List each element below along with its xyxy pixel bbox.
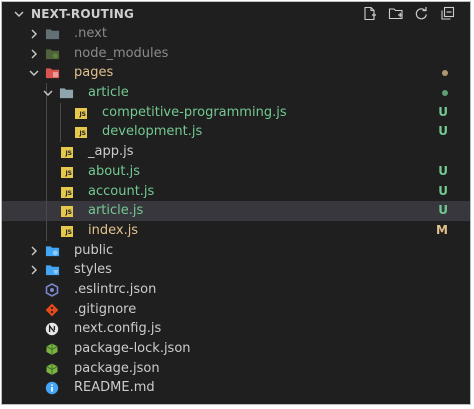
file-label: package-lock.json [74,341,191,356]
js-file-icon: JS [61,147,73,159]
chevron-right-icon[interactable] [29,29,39,39]
folder-row-article[interactable]: article [2,83,470,103]
file-row[interactable]: JS account.js U [2,181,470,202]
node-folder-icon [45,47,60,61]
folder-row-public[interactable]: public [2,241,470,261]
file-row[interactable]: JS index.js M [2,220,470,241]
npm-package-icon [45,342,60,356]
folder-label: node_modules [74,45,169,61]
styles-folder-icon [45,263,60,277]
git-icon [45,303,60,317]
public-folder-icon [45,244,60,258]
indent-guide [46,181,47,202]
new-folder-icon[interactable] [387,5,404,22]
eslint-icon [45,283,60,297]
refresh-icon[interactable] [413,5,430,22]
info-icon [45,381,60,395]
file-row[interactable]: package.json [2,359,470,379]
js-file-icon: JS [75,127,87,139]
git-status-badge: U [438,104,448,119]
folder-label: styles [74,262,112,278]
chevron-right-icon[interactable] [29,49,39,59]
git-status-badge: U [438,183,448,198]
file-row[interactable]: JS development.js U [2,122,470,143]
npm-package-icon [45,362,60,376]
folder-row-styles[interactable]: styles [2,260,470,280]
folder-icon [59,86,74,100]
indent-guide [46,102,47,123]
new-file-icon[interactable] [361,5,378,22]
file-label: next.config.js [74,321,162,337]
explorer-actions [361,5,456,22]
folder-icon [45,27,60,41]
file-row[interactable]: JS article.js U [2,201,470,221]
git-status-badge: U [438,124,448,139]
git-status-dot [442,70,448,77]
js-file-icon: JS [61,186,73,198]
folder-label: pages [74,65,114,81]
file-row[interactable]: next.config.js [2,319,470,339]
chevron-right-icon[interactable] [29,265,39,275]
file-row[interactable]: JS competitive-programming.js U [2,102,470,123]
file-tree: .next node_modules pages article JS competiti… [2,24,470,398]
file-label: development.js [102,124,203,140]
file-label: _app.js [88,144,134,160]
file-label: account.js [88,183,155,199]
folder-label: public [74,242,114,258]
file-row[interactable]: .gitignore [2,300,470,320]
js-file-icon: JS [75,107,87,119]
file-label: .eslintrc.json [74,281,157,297]
explorer-title: NEXT-ROUTING [31,7,135,21]
chevron-down-icon[interactable] [43,88,53,98]
git-status-badge: U [438,163,448,178]
folder-row--next[interactable]: .next [2,24,470,44]
file-label: package.json [74,360,160,376]
js-file-icon: JS [61,225,73,237]
folder-row-node-modules[interactable]: node_modules [2,44,470,64]
file-row[interactable]: JS about.js U [2,161,470,182]
file-label: about.js [88,163,141,179]
file-row[interactable]: JS _app.js [2,142,470,162]
file-label: competitive-programming.js [102,104,287,120]
indent-guide [46,142,47,162]
folder-label: .next [74,26,107,41]
git-status-badge: U [438,203,448,218]
indent-guide [46,161,47,182]
folder-row-pages[interactable]: pages [2,63,470,83]
js-file-icon: JS [61,166,73,178]
indent-guide [46,122,47,143]
collapse-all-icon[interactable] [439,5,456,22]
indent-guide [46,201,47,221]
js-file-icon: JS [61,206,73,218]
file-label: README.md [74,380,155,396]
git-status-dot [442,90,448,97]
pages-folder-icon [45,66,60,80]
chevron-down-icon[interactable] [14,9,24,19]
indent-guide [46,220,47,241]
file-label: article.js [88,203,144,219]
file-label: index.js [88,222,139,238]
file-row[interactable]: README.md [2,378,470,398]
explorer-header[interactable]: NEXT-ROUTING [2,2,470,26]
file-row[interactable]: .eslintrc.json [2,280,470,300]
indent-guide [60,122,61,143]
git-status-badge: M [436,222,448,237]
indent-guide [60,102,61,123]
chevron-right-icon[interactable] [29,246,39,256]
next-icon [45,322,60,336]
folder-label: article [88,85,129,101]
chevron-down-icon[interactable] [29,68,39,78]
file-row[interactable]: package-lock.json [2,339,470,359]
explorer-panel: NEXT-ROUTING .next node_modulespages artic… [1,1,471,405]
file-label: .gitignore [74,301,137,317]
